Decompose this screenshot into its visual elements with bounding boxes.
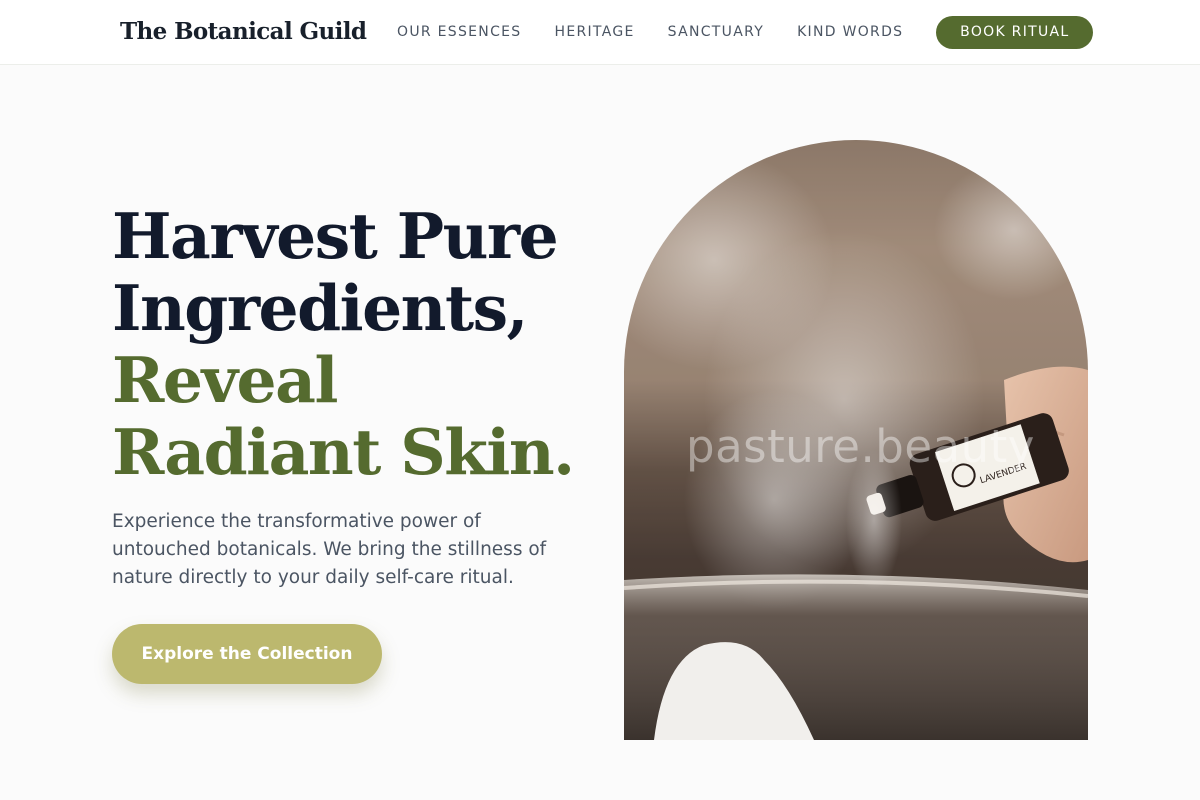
nav-link-heritage[interactable]: HERITAGE [555, 24, 635, 40]
hero-description: Experience the transformative power of u… [112, 511, 547, 588]
image-watermark: pasture.beauty [686, 420, 1035, 473]
hero-title: Harvest Pure Ingredients, Reveal Radiant… [112, 199, 575, 489]
nav-link-kind-words[interactable]: KIND WORDS [797, 24, 903, 40]
site-header: The Botanical Guild OUR ESSENCES HERITAG… [0, 0, 1200, 65]
brand-logo[interactable]: The Botanical Guild [120, 16, 367, 48]
book-ritual-button[interactable]: BOOK RITUAL [936, 15, 1094, 49]
explore-collection-button[interactable]: Explore the Collection [112, 624, 382, 684]
hero-title-line-3: Reveal [112, 343, 338, 417]
hero-title-line-1: Harvest Pure [112, 199, 559, 273]
nav-link-our-essences[interactable]: OUR ESSENCES [397, 24, 522, 40]
hero-title-line-4: Radiant Skin. [112, 415, 575, 489]
main-nav: OUR ESSENCES HERITAGE SANCTUARY KIND WOR… [397, 0, 1094, 64]
hero-title-line-2: Ingredients, [112, 271, 528, 345]
hero-image: LAVENDER pasture.beauty [624, 140, 1088, 740]
nav-link-sanctuary[interactable]: SANCTUARY [668, 24, 764, 40]
